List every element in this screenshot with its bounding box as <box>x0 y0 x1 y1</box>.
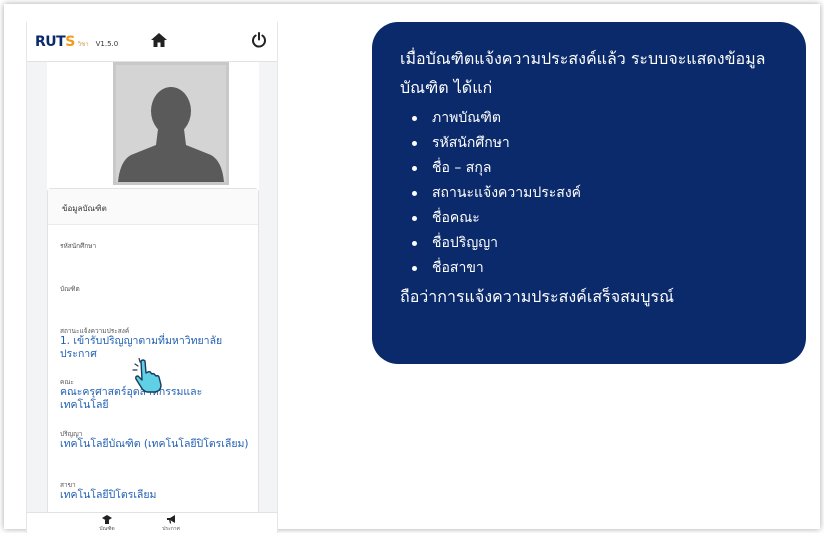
callout-list-item: ชื่อปริญญา <box>400 231 784 256</box>
logo-subtext: วิชา <box>77 40 89 48</box>
callout-list-item: ชื่อคณะ <box>400 206 784 231</box>
app-logo[interactable]: RUTS วิชา V1.5.0 <box>35 34 118 50</box>
avatar-silhouette-icon <box>116 65 226 182</box>
callout-list-item: ชื่อ – สกุล <box>400 156 784 181</box>
graduate-photo <box>113 62 229 185</box>
logo-text: RUTS <box>35 33 75 50</box>
student-id-label: รหัสนักศึกษา <box>60 242 97 250</box>
pointing-hand-icon <box>132 358 162 393</box>
nav-graduate-label: บัณฑิต <box>99 526 115 532</box>
callout-list-item: รหัสนักศึกษา <box>400 131 784 156</box>
callout-list-item: ภาพบัณฑิต <box>400 106 784 131</box>
degree-value: เทคโนโลยีบัณฑิต (เทคโนโลยีปิโตรเลียม) <box>60 438 249 450</box>
major-value: เทคโนโลยีปิโตรเลียม <box>60 489 157 501</box>
version-label: V1.5.0 <box>95 39 119 48</box>
nav-announcement-label: ประกาศ <box>162 526 180 532</box>
power-icon[interactable] <box>251 32 267 48</box>
explanation-callout: เมื่อบัณฑิตแจ้งความประสงค์แล้ว ระบบจะแสด… <box>372 22 806 364</box>
screenshot-frame: RUTS วิชา V1.5.0 ข้อมูลบัณฑิต รหัสนักศึก… <box>4 4 820 533</box>
callout-list-item: สถานะแจ้งความประสงค์ <box>400 181 784 206</box>
callout-list-item: ชื่อสาขา <box>400 256 784 281</box>
graduate-name-label: บัณฑิต <box>60 285 80 293</box>
info-card-title: ข้อมูลบัณฑิต <box>48 189 258 225</box>
profile-photo-card <box>47 62 259 192</box>
megaphone-icon <box>167 515 175 524</box>
callout-intro-text: เมื่อบัณฑิตแจ้งความประสงค์แล้ว ระบบจะแสด… <box>400 49 766 97</box>
callout-outro-text: ถือว่าการแจ้งความประสงค์เสร็จสมบูรณ์ <box>400 287 674 306</box>
app-topbar: RUTS วิชา V1.5.0 <box>27 22 277 62</box>
bottom-navigation: บัณฑิต ประกาศ <box>27 512 277 533</box>
home-icon[interactable] <box>151 33 167 47</box>
nav-graduate[interactable]: บัณฑิต <box>87 515 127 533</box>
nav-announcement[interactable]: ประกาศ <box>151 515 191 533</box>
graduate-icon <box>102 515 112 524</box>
mobile-app: RUTS วิชา V1.5.0 ข้อมูลบัณฑิต รหัสนักศึก… <box>26 22 278 533</box>
callout-list: ภาพบัณฑิต รหัสนักศึกษา ชื่อ – สกุล สถานะ… <box>400 106 784 281</box>
